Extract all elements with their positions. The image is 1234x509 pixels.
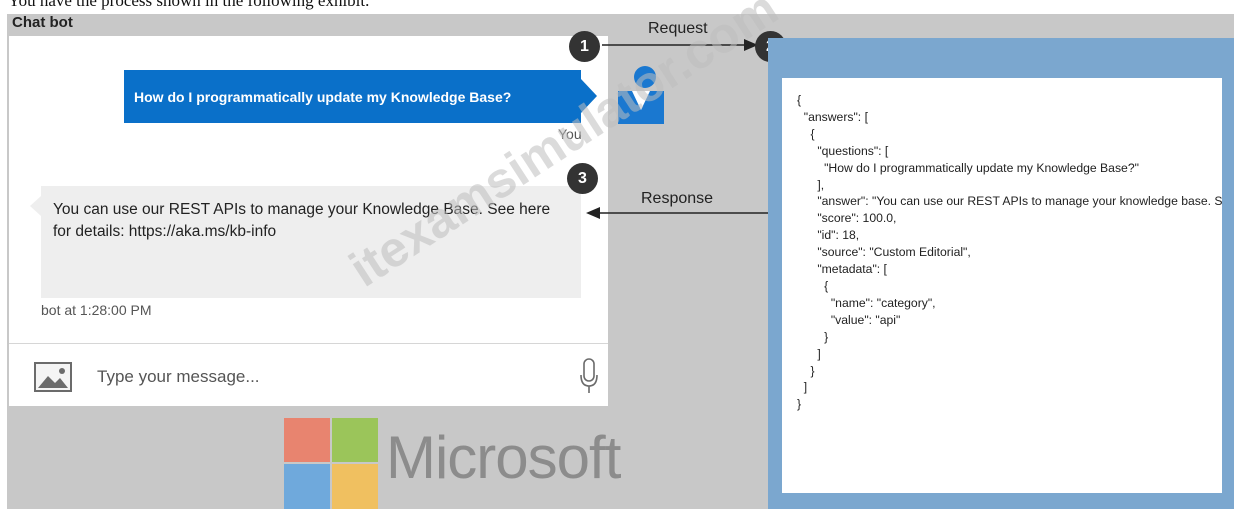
step-badge-1: 1 — [569, 31, 600, 62]
response-label: Response — [641, 190, 714, 207]
step-badge-3: 3 — [567, 163, 598, 194]
microsoft-wordmark: Microsoft — [386, 424, 621, 491]
json-response-panel: { "answers": [ { "questions": [ "How do … — [782, 78, 1222, 493]
response-arrowhead — [586, 207, 600, 219]
json-response-text: { "answers": [ { "questions": [ "How do … — [797, 93, 1222, 412]
request-label: Request — [648, 20, 708, 37]
